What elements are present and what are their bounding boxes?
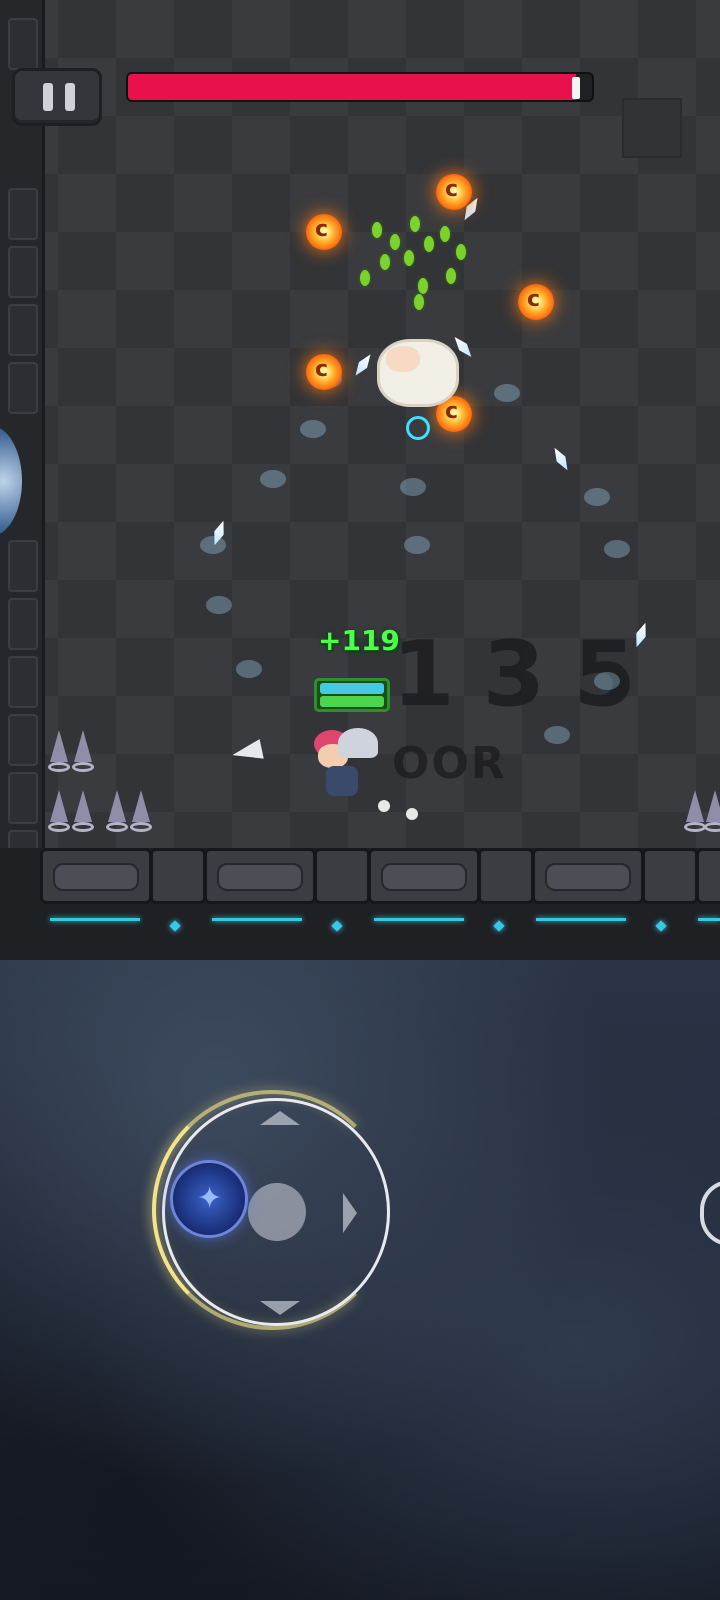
- poison-pellet: [446, 268, 456, 284]
- fireball: [436, 174, 472, 210]
- projectile: [378, 800, 390, 812]
- wall-brick: [8, 656, 38, 708]
- wall-brick: [8, 246, 38, 298]
- poison-pellet: [456, 244, 466, 260]
- boss-health-bar: [126, 72, 594, 102]
- ice-shard: [550, 445, 572, 473]
- fireball: [306, 354, 342, 390]
- sheep-face: [386, 346, 420, 372]
- poison-pellet: [410, 216, 420, 232]
- boss-health-cap: [572, 77, 580, 99]
- poison-pellet: [404, 250, 414, 266]
- neon-strip: [50, 918, 140, 921]
- sheep-boss: [380, 342, 456, 404]
- wall-block: [40, 848, 152, 904]
- fireball: [436, 396, 472, 432]
- arrow-up-icon: [260, 1111, 300, 1125]
- ice-puff: [494, 384, 520, 402]
- ice-puff: [300, 420, 326, 438]
- wall-brick: [8, 188, 38, 240]
- ice-shard: [451, 334, 475, 360]
- floor-number: 135: [392, 622, 664, 727]
- wall-block: [532, 848, 644, 904]
- wall-brick: [8, 18, 38, 70]
- poison-pellet: [418, 278, 428, 294]
- neon-strip: [536, 918, 626, 921]
- poison-pellet: [414, 294, 424, 310]
- ice-puff: [200, 536, 226, 554]
- wall-brick: [8, 772, 38, 824]
- wall-block: [314, 848, 370, 904]
- floor-label: OOR: [392, 738, 507, 789]
- wall-brick: [8, 304, 38, 356]
- wall-block: [642, 848, 698, 904]
- fireball: [306, 214, 342, 250]
- wall-block: [696, 848, 720, 904]
- poison-pellet: [440, 226, 450, 242]
- boss-health-fill: [128, 74, 576, 100]
- floor-tile: [622, 98, 682, 158]
- poison-pellet: [380, 254, 390, 270]
- game-arena: 135 OOR +119: [0, 0, 720, 960]
- wall-block: [478, 848, 534, 904]
- poison-pellet: [372, 222, 382, 238]
- wall-brick: [8, 362, 38, 414]
- player-body: [326, 766, 358, 796]
- star-icon: ✦: [197, 1181, 223, 1216]
- wall-block: [368, 848, 480, 904]
- ice-puff: [604, 540, 630, 558]
- player-shield-strip: [320, 683, 384, 694]
- ice-puff: [206, 596, 232, 614]
- poison-pellet: [390, 234, 400, 250]
- player-hood: [338, 728, 378, 758]
- ice-puff: [584, 488, 610, 506]
- wall-brick: [8, 540, 38, 592]
- player-health-bar: [314, 678, 390, 712]
- neon-strip: [374, 918, 464, 921]
- player-character: [312, 728, 386, 802]
- ice-puff: [404, 536, 430, 554]
- ice-puff: [594, 672, 620, 690]
- skill-button[interactable]: ✦: [170, 1160, 248, 1238]
- poison-pellet: [424, 236, 434, 252]
- aim-arrow-icon: [230, 739, 264, 765]
- pause-button[interactable]: [12, 68, 102, 126]
- fireball: [518, 284, 554, 320]
- poison-pellet: [360, 270, 370, 286]
- neon-strip: [698, 918, 720, 921]
- wall-block: [150, 848, 206, 904]
- ice-puff: [544, 726, 570, 744]
- ice-shard: [351, 351, 374, 378]
- ice-puff: [260, 470, 286, 488]
- bottom-wall: [0, 848, 720, 960]
- wall-brick: [8, 714, 38, 766]
- ice-puff: [236, 660, 262, 678]
- wall-brick: [8, 598, 38, 650]
- neon-strip: [212, 918, 302, 921]
- projectile: [406, 808, 418, 820]
- target-reticle: [406, 416, 430, 440]
- arrow-down-icon: [260, 1301, 300, 1315]
- player-hp-strip: [320, 696, 384, 707]
- heal-number: +119: [318, 624, 400, 657]
- wall-block: [204, 848, 316, 904]
- arrow-right-icon: [343, 1193, 357, 1233]
- joystick-knob[interactable]: [248, 1183, 306, 1241]
- ice-puff: [400, 478, 426, 496]
